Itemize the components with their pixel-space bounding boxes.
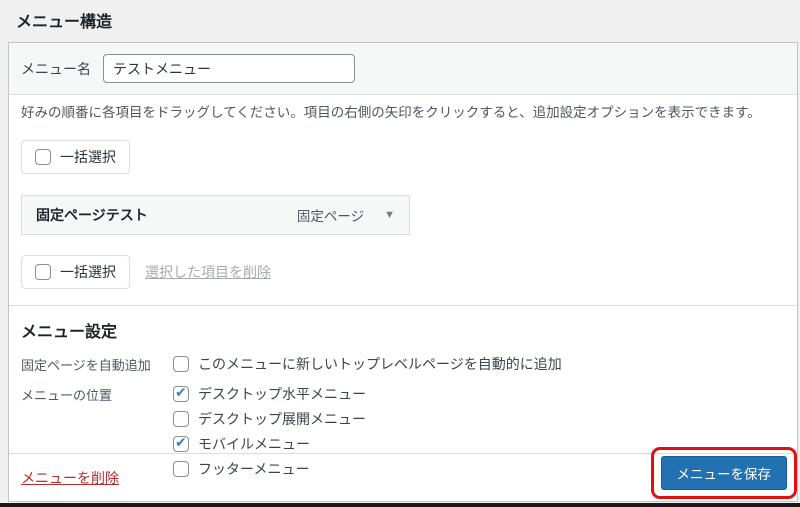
bulk-actions-row: 一括選択 選択した項目を削除 xyxy=(21,254,785,289)
auto-add-row: 固定ページを自動追加 このメニューに新しいトップレベルページを自動的に追加 xyxy=(21,354,785,374)
location-option-desktop-expanded[interactable]: デスクトップ展開メニュー xyxy=(173,409,366,429)
major-publishing-actions: メニューを削除 メニューを保存 xyxy=(9,447,797,501)
menu-name-input[interactable] xyxy=(103,54,355,83)
auto-add-option[interactable]: このメニューに新しいトップレベルページを自動的に追加 xyxy=(173,354,562,374)
delete-menu-link[interactable]: メニューを削除 xyxy=(21,468,119,488)
annotation-highlight-box: メニューを保存 xyxy=(650,447,797,499)
bulk-select-bottom-checkbox[interactable] xyxy=(35,263,51,280)
auto-add-option-label: このメニューに新しいトップレベルページを自動的に追加 xyxy=(198,355,562,372)
location-option-label: モバイルメニュー xyxy=(198,435,310,452)
location-checkbox-desktop-expanded[interactable] xyxy=(173,410,189,427)
save-menu-button[interactable]: メニューを保存 xyxy=(660,456,787,490)
menu-name-header: メニュー名 xyxy=(9,43,797,95)
menu-structure-screen: メニュー構造 メニュー名 好みの順番に各項目をドラッグしてください。項目の右側の… xyxy=(0,0,800,507)
bulk-select-top-label: 一括選択 xyxy=(60,148,116,165)
menu-item-type-label: 固定ページ xyxy=(296,208,365,224)
location-option-mobile[interactable]: モバイルメニュー xyxy=(173,434,366,454)
bulk-select-top-checkbox[interactable] xyxy=(35,148,51,165)
bulk-select-bottom[interactable]: 一括選択 xyxy=(21,254,130,289)
screenshot-bottom-edge xyxy=(0,503,800,507)
auto-add-checkbox[interactable] xyxy=(173,355,189,372)
chevron-down-icon[interactable]: ▼ xyxy=(384,209,395,221)
bulk-select-top[interactable]: 一括選択 xyxy=(21,139,130,174)
location-option-label: デスクトップ水平メニュー xyxy=(198,385,366,402)
bulk-select-bottom-label: 一括選択 xyxy=(60,263,116,280)
location-option-desktop-horizontal[interactable]: デスクトップ水平メニュー xyxy=(173,384,366,404)
auto-add-label: 固定ページを自動追加 xyxy=(21,357,151,373)
location-option-label: デスクトップ展開メニュー xyxy=(198,410,366,427)
drag-instructions: 好みの順番に各項目をドラッグしてください。項目の右側の矢印をクリックすると、追加… xyxy=(21,105,761,120)
menu-item-row[interactable]: 固定ページテスト 固定ページ ▼ xyxy=(21,194,410,235)
menu-edit-panel: メニュー名 好みの順番に各項目をドラッグしてください。項目の右側の矢印をクリック… xyxy=(8,42,798,502)
menu-name-label: メニュー名 xyxy=(21,60,91,77)
location-checkbox-mobile[interactable] xyxy=(173,434,189,452)
remove-selected-link[interactable]: 選択した項目を削除 xyxy=(145,262,271,282)
location-checkbox-desktop-horizontal[interactable] xyxy=(173,384,189,402)
page-title: メニュー構造 xyxy=(16,14,113,31)
menu-item-title: 固定ページテスト xyxy=(36,206,148,223)
menu-settings-title: メニュー設定 xyxy=(21,323,118,341)
menu-structure-body: 好みの順番に各項目をドラッグしてください。項目の右側の矢印をクリックすると、追加… xyxy=(9,104,797,479)
